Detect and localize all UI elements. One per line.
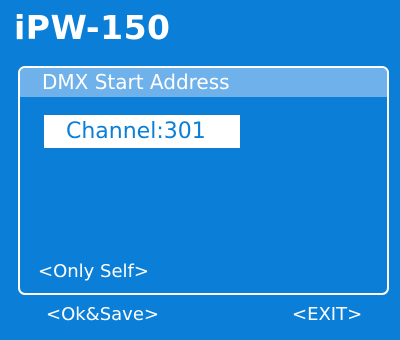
- mode-hint: <Only Self>: [38, 261, 149, 282]
- channel-value: 301: [163, 119, 206, 144]
- exit-button[interactable]: <EXIT>: [292, 300, 362, 330]
- menu-header: DMX Start Address: [20, 68, 387, 97]
- device-title: iPW-150: [14, 8, 171, 47]
- menu-panel: DMX Start Address Channel:301 <Only Self…: [18, 66, 389, 295]
- ok-save-button[interactable]: <Ok&Save>: [46, 300, 159, 330]
- channel-field[interactable]: Channel:301: [44, 115, 240, 148]
- channel-label: Channel:: [66, 119, 164, 144]
